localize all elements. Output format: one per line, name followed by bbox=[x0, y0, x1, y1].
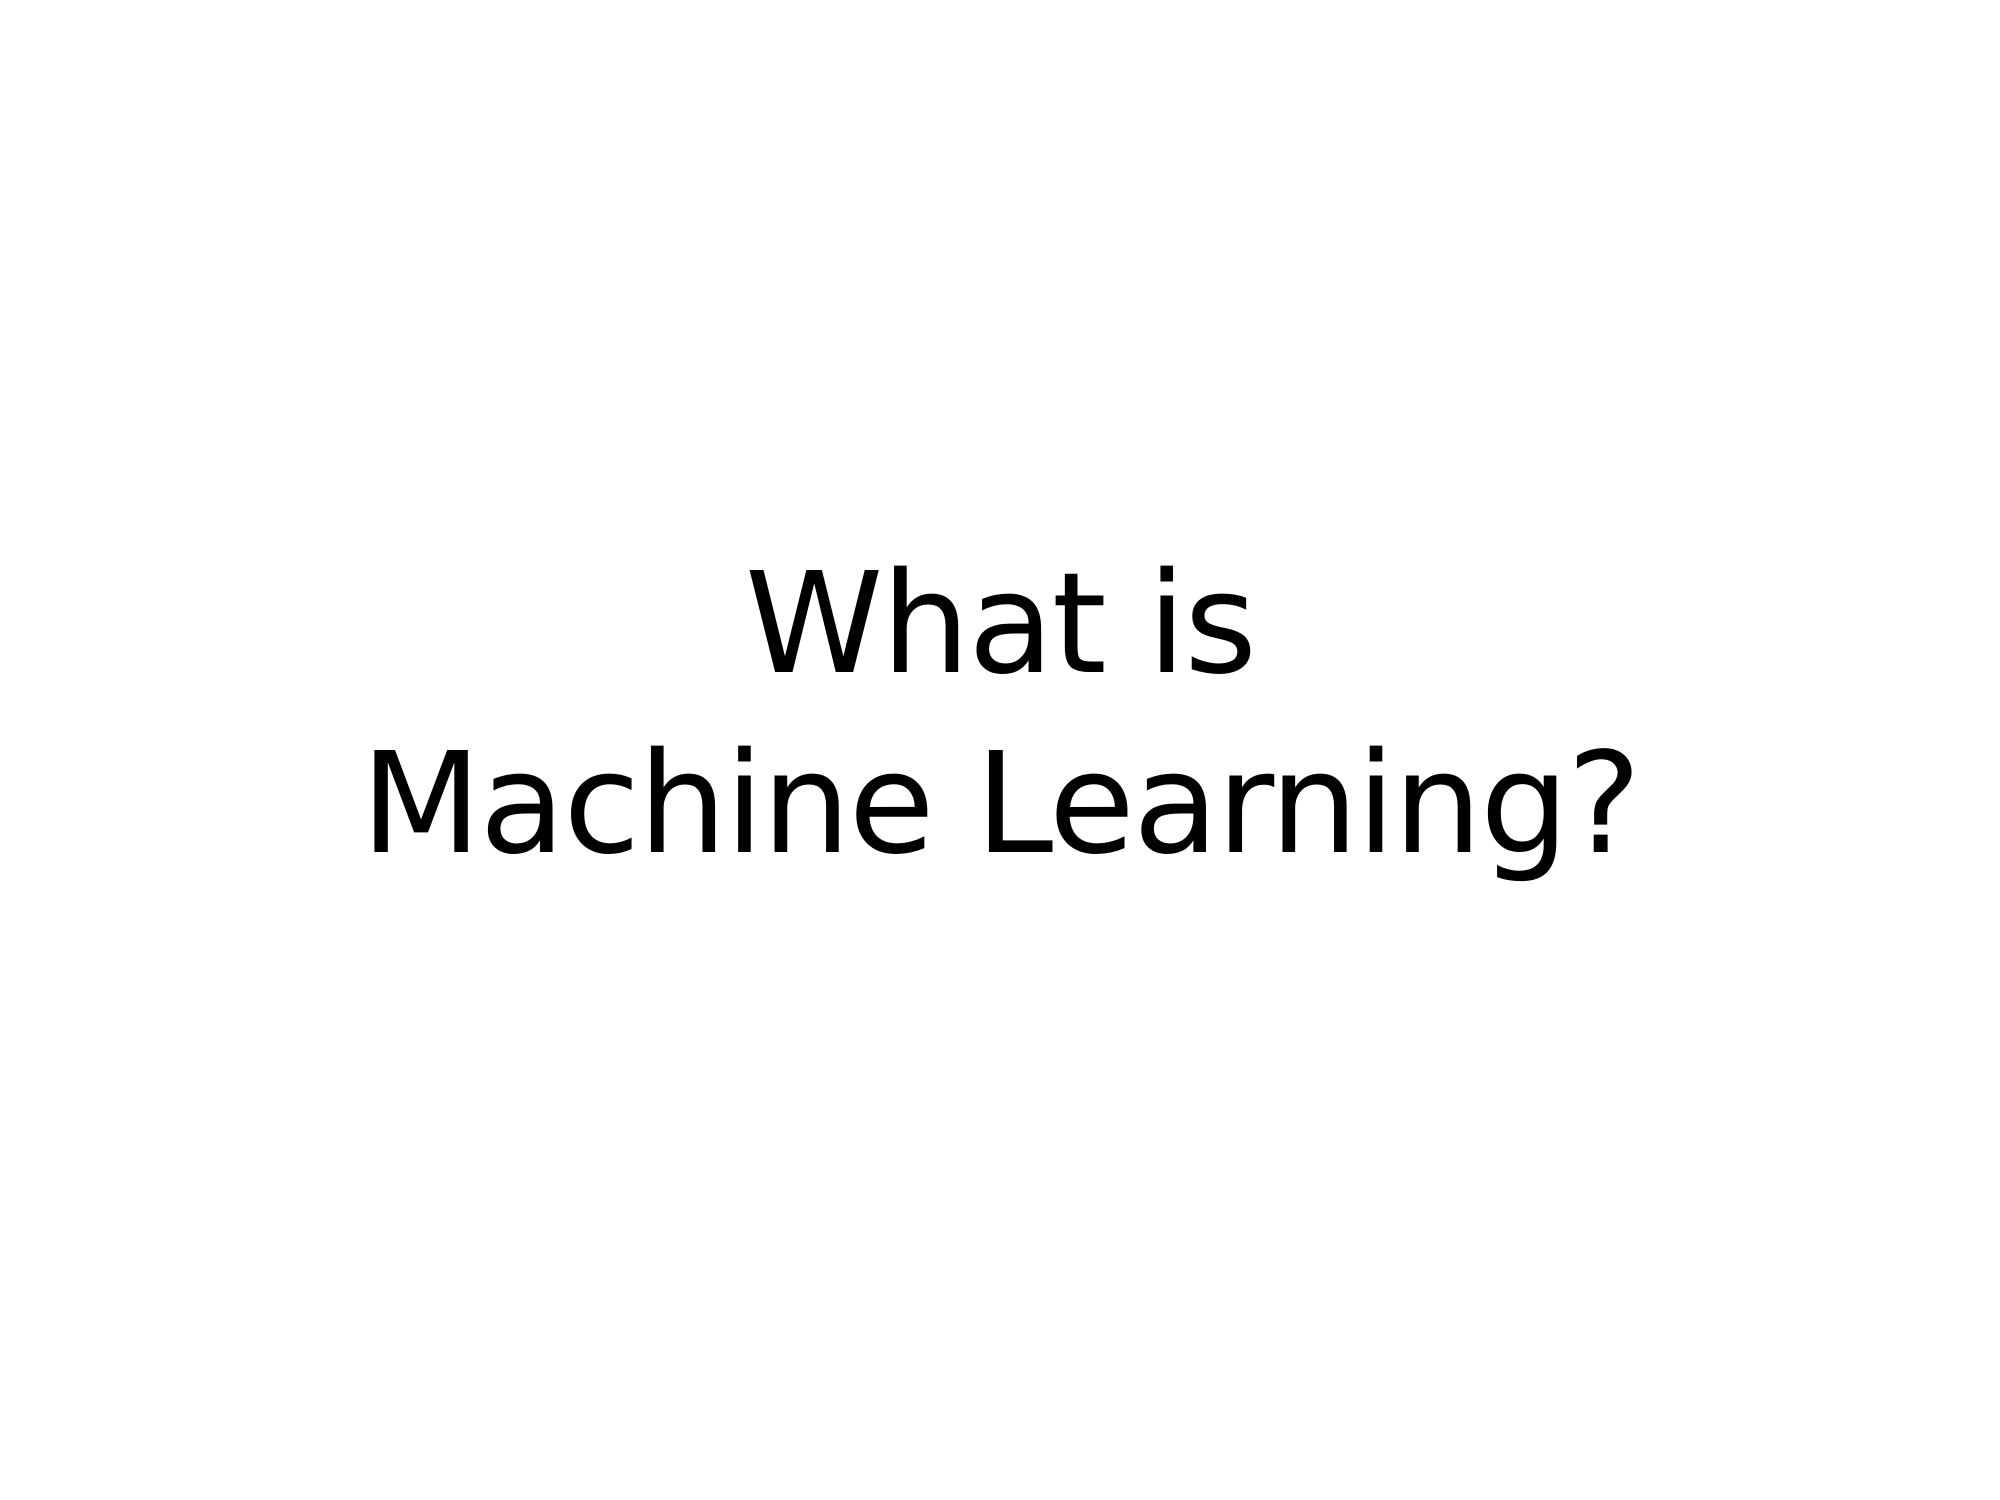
title-line-2: Machine Learning? bbox=[360, 723, 1642, 886]
title-line-1: What is bbox=[744, 543, 1257, 706]
slide-title: What is Machine Learning? bbox=[0, 535, 2000, 895]
slide: What is Machine Learning? bbox=[0, 0, 2000, 1500]
